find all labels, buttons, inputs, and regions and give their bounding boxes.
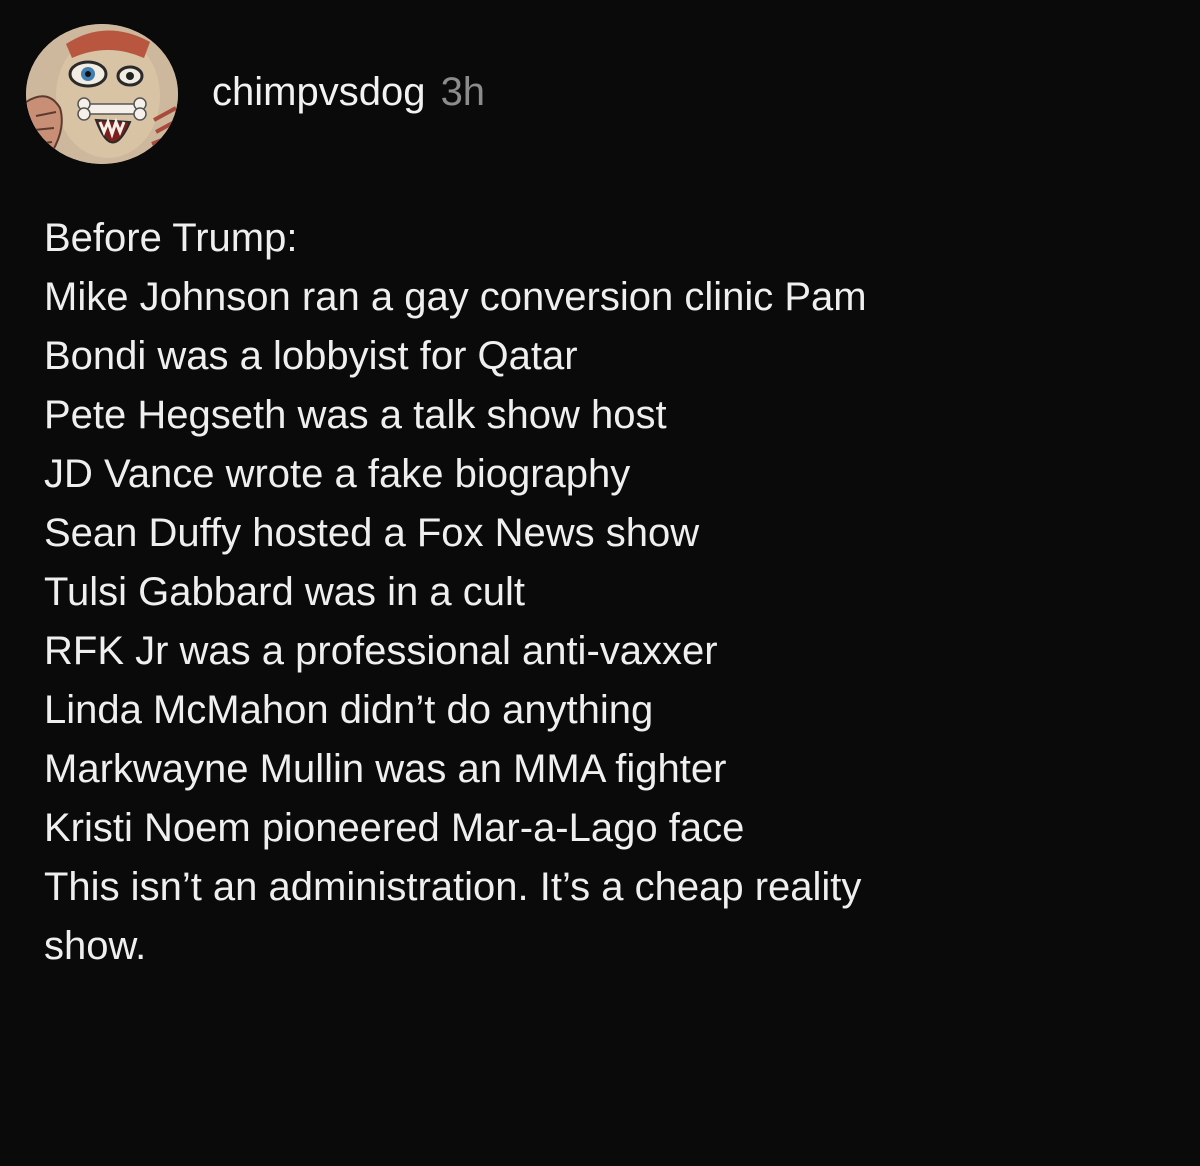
post-timestamp: 3h (440, 70, 486, 114)
post-line: Before Trump: (44, 216, 298, 260)
illustrated-face-avatar-icon (26, 24, 178, 164)
post-line: Kristi Noem pioneered Mar-a-Lago face (44, 806, 745, 850)
post-meta: chimpvsdog 3h (212, 68, 485, 116)
post-line: Mike Johnson ran a gay conversion clinic… (44, 275, 867, 319)
post-line: Pete Hegseth was a talk show host (44, 393, 667, 437)
post-line: Tulsi Gabbard was in a cult (44, 570, 525, 614)
post-line: JD Vance wrote a fake biography (44, 452, 631, 496)
post-line: Linda McMahon didn’t do anything (44, 688, 654, 732)
post-body: Before Trump: Mike Johnson ran a gay con… (44, 209, 1174, 976)
post-line: Sean Duffy hosted a Fox News show (44, 511, 700, 555)
avatar[interactable] (26, 24, 178, 164)
post-line: Bondi was a lobbyist for Qatar (44, 334, 578, 378)
post-line: show. (44, 924, 147, 968)
post-line: Markwayne Mullin was an MMA fighter (44, 747, 727, 791)
username-link[interactable]: chimpvsdog (212, 70, 425, 114)
post-line: RFK Jr was a professional anti-vaxxer (44, 629, 718, 673)
post-line: This isn’t an administration. It’s a che… (44, 865, 862, 909)
post-header: chimpvsdog 3h (26, 24, 485, 164)
